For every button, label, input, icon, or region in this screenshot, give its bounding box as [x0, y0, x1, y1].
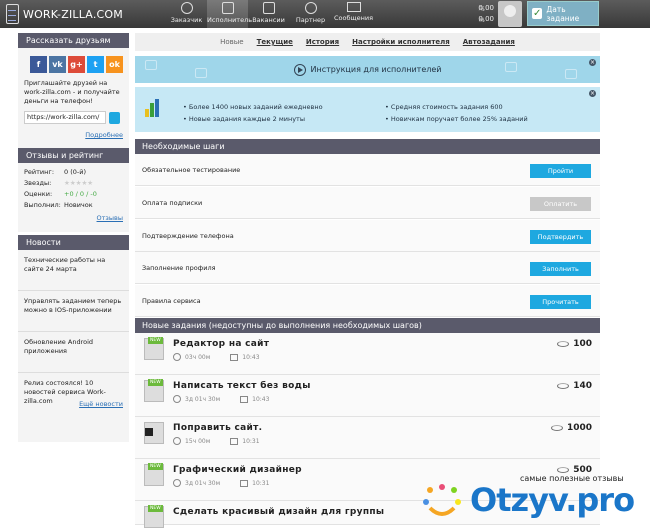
calendar-icon [230, 353, 239, 361]
top-bar: WORK-ZILLA.COM Заказчик Исполнитель Вака… [0, 0, 650, 28]
checkmark-icon: ✓ [532, 8, 543, 19]
document-icon [262, 2, 275, 14]
fill-profile-button[interactable]: Заполнить [530, 262, 591, 276]
clock-icon [173, 353, 181, 361]
confirm-phone-button[interactable]: Подтвердить [530, 230, 591, 244]
envelope-icon [346, 2, 361, 12]
level-value: Новичок [64, 201, 93, 209]
film-icon [565, 69, 577, 79]
instruction-text: Инструкция для исполнителей [310, 65, 442, 74]
coins-icon [550, 425, 563, 431]
share-text: Приглашайте друзей на work-zilla.com - и… [24, 79, 120, 105]
film-icon [195, 68, 207, 78]
tabs: Новые Текущие История Настройки исполнит… [135, 33, 600, 51]
film-icon [145, 60, 157, 70]
close-icon[interactable]: × [589, 90, 596, 97]
calendar-icon [240, 479, 249, 487]
nav-customer[interactable]: Заказчик [166, 0, 207, 28]
new-task-icon: NEW [144, 463, 164, 486]
step-row: Оплата подписки Оплатить [135, 187, 600, 219]
grades-value: +0 / 0 / -0 [64, 190, 97, 198]
stars-icon: ★★★★★ [64, 179, 94, 187]
rating-box: Отзывы и рейтинг Рейтинг: 0 (0-й) Звезды:… [18, 148, 129, 232]
steps-title: Необходимые шаги [135, 139, 600, 154]
logo-icon [6, 4, 19, 24]
news-item[interactable]: Управлять заданием теперь можно в IOS-пр… [18, 291, 129, 332]
pay-subscription-button: Оплатить [530, 197, 591, 211]
read-rules-button[interactable]: Прочитать [530, 295, 591, 309]
rating-value: 0 (0-й) [64, 168, 86, 176]
social-buttons: f vk g+ t ok [30, 56, 123, 73]
new-task-icon: NEW [144, 337, 164, 360]
nav-vacancies[interactable]: Вакансии [248, 0, 289, 28]
new-task-icon: NEW [144, 379, 164, 402]
coins-icon [557, 341, 570, 347]
share-more-link[interactable]: Подробнее [24, 131, 123, 140]
news-item[interactable]: Обновление Android приложения [18, 332, 129, 373]
nav-messages[interactable]: Сообщения [333, 0, 374, 28]
task-row[interactable]: Поправить сайт. 15ч 00м 10:31 1000 [135, 417, 600, 459]
calendar-icon [230, 437, 239, 445]
tab-settings[interactable]: Настройки исполнителя [352, 38, 450, 46]
avatar[interactable] [498, 1, 522, 27]
task-row[interactable]: NEW Редактор на сайт 03ч 00м 10:43 100 [135, 333, 600, 375]
bar-chart-icon [145, 97, 161, 117]
share-box: Рассказать друзьям f vk g+ t ok Приглаша… [18, 33, 129, 158]
film-icon [505, 62, 517, 72]
rating-title: Отзывы и рейтинг [18, 148, 129, 163]
step-row: Подтверждение телефона Подтвердить [135, 220, 600, 252]
step-row: Заполнение профиля Заполнить [135, 252, 600, 284]
pass-test-button[interactable]: Пройти [530, 164, 591, 178]
tab-new[interactable]: Новые [220, 38, 244, 46]
clock-icon [173, 479, 181, 487]
news-item[interactable]: Технические работы на сайте 24 марта [18, 250, 129, 291]
nav-executor[interactable]: Исполнитель [207, 0, 252, 28]
tab-current[interactable]: Текущие [257, 38, 293, 46]
nav-partner[interactable]: Партнер [290, 0, 331, 28]
reviews-link[interactable]: Отзывы [24, 213, 123, 224]
user-icon [180, 2, 193, 14]
give-task-button[interactable]: ✓ Дать задание [527, 1, 599, 26]
tab-autotasks[interactable]: Автозадания [463, 38, 515, 46]
instruction-banner[interactable]: Инструкция для исполнителей × [135, 56, 600, 83]
task-row[interactable]: NEW Написать текст без воды 3д 01ч 30м 10… [135, 375, 600, 417]
watermark-logo: Otzyv.pro [470, 481, 635, 519]
new-tasks-title: Новые задания (недоступны до выполнения … [135, 318, 600, 333]
clock-icon [173, 437, 181, 445]
partner-icon [304, 2, 317, 14]
play-icon [293, 63, 306, 76]
step-row: Правила сервиса Прочитать [135, 285, 600, 317]
google-plus-icon[interactable]: g+ [68, 56, 85, 73]
stats-banner: Более 1400 новых заданий ежедневноНовые … [135, 87, 600, 132]
twitter-icon[interactable]: t [87, 56, 104, 73]
coin-icon: ≋ ≡ [478, 4, 485, 24]
news-item[interactable]: Релиз состоялся! 10 новостей сервиса Wor… [18, 373, 129, 405]
share-title: Рассказать друзьям [18, 33, 129, 48]
checklist-icon [221, 2, 234, 14]
close-icon[interactable]: × [589, 59, 596, 66]
step-row: Обязательное тестирование Пройти [135, 154, 600, 186]
copy-icon[interactable] [109, 111, 120, 124]
odnoklassniki-icon[interactable]: ok [106, 56, 123, 73]
calendar-icon [240, 395, 249, 403]
vk-icon[interactable]: vk [49, 56, 66, 73]
referral-link-field[interactable]: https://work-zilla.com/ [24, 111, 106, 124]
facebook-icon[interactable]: f [30, 56, 47, 73]
logo[interactable]: WORK-ZILLA.COM [6, 4, 123, 24]
otzyv-logo-icon [423, 484, 461, 516]
monitor-task-icon [144, 422, 164, 444]
coins-icon [557, 383, 570, 389]
news-box: Новости Технические работы на сайте 24 м… [18, 235, 129, 442]
tab-history[interactable]: История [306, 38, 339, 46]
clock-icon [173, 395, 181, 403]
news-title: Новости [18, 235, 129, 250]
